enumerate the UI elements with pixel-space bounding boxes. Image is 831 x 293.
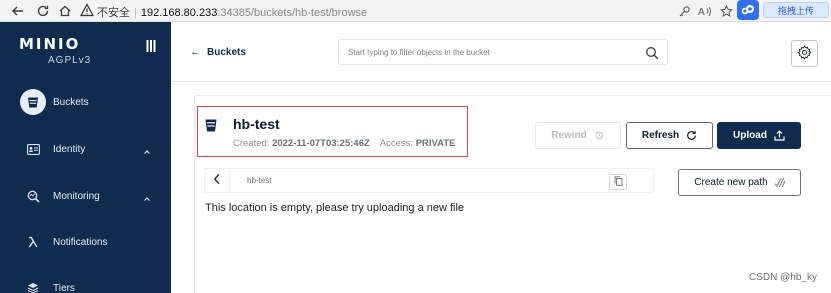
search-input[interactable]	[348, 46, 628, 59]
refresh-icon	[686, 130, 697, 141]
rewind-label: Rewind	[551, 130, 587, 141]
cloud-icon	[737, 0, 759, 20]
create-new-path-button[interactable]: Create new path	[678, 169, 801, 196]
search-icon[interactable]	[645, 46, 659, 60]
home-icon[interactable]	[57, 3, 73, 19]
gear-icon	[797, 44, 812, 63]
bucket-icon	[204, 118, 218, 133]
breadcrumb: hb-test	[204, 168, 654, 193]
object-filter	[338, 39, 668, 65]
history-icon	[594, 130, 605, 141]
back-to-buckets-link[interactable]: ← Buckets	[190, 46, 246, 58]
bucket-name: hb-test	[233, 116, 280, 132]
bucket-icon	[20, 89, 46, 115]
sidebar-item-notifications[interactable]: Notifications	[0, 224, 171, 260]
chevron-up-icon[interactable]	[143, 145, 151, 154]
sidebar: MINIO AGPLv3 Buckets Identity Monitoring	[0, 22, 171, 293]
address-bar[interactable]: 不安全 | 192.168.80.233:34385/buckets/hb-test…	[97, 4, 367, 20]
svg-text:A: A	[698, 7, 705, 18]
sidebar-item-buckets[interactable]: Buckets	[0, 84, 171, 120]
sidebar-item-label: Tiers	[53, 282, 75, 293]
warning-icon[interactable]	[79, 3, 95, 17]
license-label: AGPLv3	[48, 55, 92, 66]
create-path-label: Create new path	[694, 177, 768, 188]
read-aloud-icon[interactable]: A	[697, 3, 713, 19]
upload-extension[interactable]: 拖拽上传	[737, 0, 831, 20]
new-path-icon	[774, 177, 786, 188]
refresh-label: Refresh	[641, 130, 680, 141]
arrow-left-icon: ←	[190, 46, 201, 58]
rewind-button[interactable]: Rewind	[535, 122, 621, 149]
main-content: ← Buckets hb-test Created: 2022-11-07T03…	[171, 22, 831, 293]
sidebar-item-monitoring[interactable]: Monitoring	[0, 178, 171, 214]
sidebar-item-label: Notifications	[53, 236, 108, 248]
breadcrumb-path[interactable]: hb-test	[247, 176, 271, 185]
created-value: 2022-11-07T03:25:46Z	[272, 138, 370, 149]
empty-state-message: This location is empty, please try uploa…	[205, 202, 465, 214]
back-arrow-icon[interactable]	[10, 3, 26, 19]
address-host: 192.168.80.233	[140, 7, 218, 19]
sidebar-item-label: Identity	[53, 143, 86, 155]
refresh-button[interactable]: Refresh	[626, 122, 713, 149]
sidebar-item-label: Buckets	[53, 96, 89, 108]
watermark: CSDN @hb_ky	[749, 272, 817, 283]
browser-toolbar: 不安全 | 192.168.80.233:34385/buckets/hb-test…	[0, 0, 831, 22]
extension-label: 拖拽上传	[763, 2, 830, 18]
lambda-icon	[20, 229, 46, 255]
sidebar-item-identity[interactable]: Identity	[0, 131, 171, 167]
copy-path-button[interactable]	[609, 174, 627, 190]
bucket-meta: Created: 2022-11-07T03:25:46Z Access: PRI…	[233, 138, 455, 149]
back-link-label: Buckets	[207, 46, 246, 58]
settings-button[interactable]	[791, 40, 818, 67]
sidebar-item-tiers[interactable]: Tiers	[0, 270, 171, 293]
access-value: PRIVATE	[415, 138, 456, 149]
sidebar-item-label: Monitoring	[53, 190, 100, 202]
copy-icon	[614, 175, 623, 189]
collapse-sidebar-icon[interactable]	[144, 39, 158, 53]
reload-icon[interactable]	[35, 3, 51, 19]
logo: MINIO AGPLv3	[19, 35, 90, 66]
address-path: :34385/buckets/hb-test/browse	[217, 7, 368, 19]
monitoring-icon	[20, 183, 46, 209]
bucket-summary: hb-test Created: 2022-11-07T03:25:46Z Acc…	[197, 106, 468, 157]
access-label: Access:	[379, 138, 414, 149]
upload-icon	[774, 130, 785, 141]
tiers-icon	[20, 275, 46, 293]
favorite-star-icon[interactable]	[718, 3, 734, 19]
page-header: ← Buckets	[171, 22, 831, 82]
insecure-label: 不安全	[97, 7, 130, 19]
logo-text: MINIO	[19, 35, 81, 53]
chevron-up-icon[interactable]	[143, 192, 151, 201]
chevron-left-icon	[213, 173, 221, 188]
identity-icon	[20, 136, 46, 162]
upload-label: Upload	[733, 130, 767, 141]
key-icon[interactable]	[676, 3, 692, 19]
upload-button[interactable]: Upload	[717, 122, 801, 149]
breadcrumb-back-button[interactable]	[205, 169, 230, 192]
created-label: Created:	[233, 138, 270, 149]
